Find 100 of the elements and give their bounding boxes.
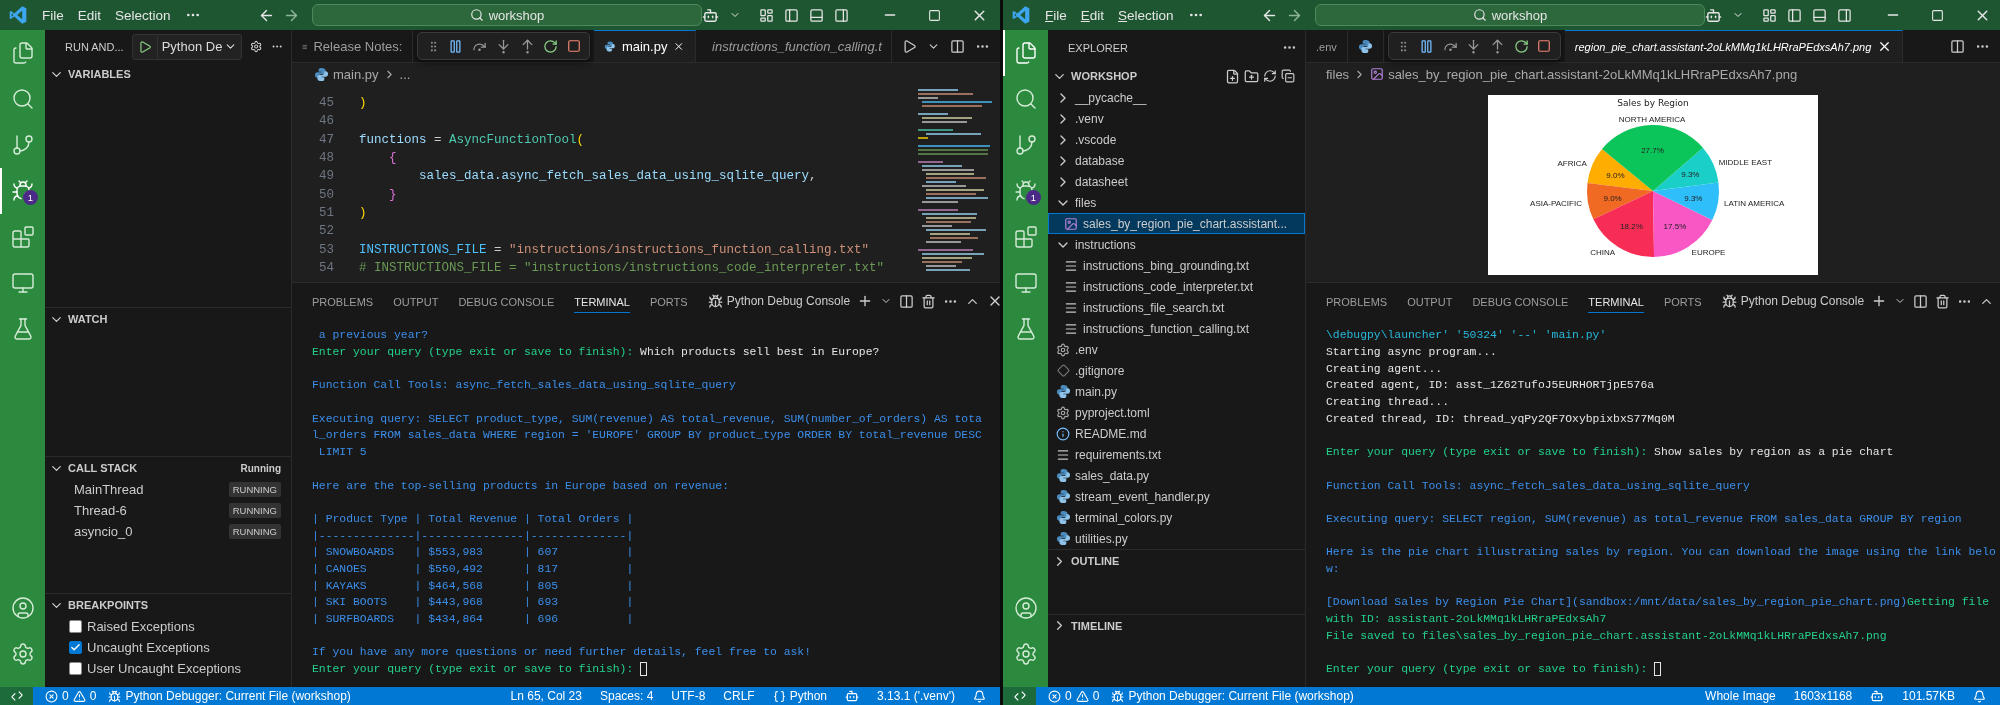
tree-folder[interactable]: instructions bbox=[1048, 234, 1305, 255]
refresh-icon[interactable] bbox=[1263, 69, 1277, 83]
menu-item[interactable]: Edit bbox=[77, 7, 102, 23]
tree-entry[interactable]: .env bbox=[1048, 339, 1305, 360]
play-icon[interactable] bbox=[137, 39, 152, 54]
tree-entry[interactable]: .gitignore bbox=[1048, 360, 1305, 381]
language-mode[interactable]: Python bbox=[772, 687, 828, 705]
thread-row[interactable]: Thread-6 RUNNING bbox=[45, 500, 291, 521]
split-terminal-icon[interactable] bbox=[899, 293, 915, 309]
breadcrumb-item[interactable]: main.py bbox=[333, 66, 379, 82]
launch-config-dropdown[interactable]: Python De bbox=[131, 33, 243, 60]
status-item[interactable]: Ln 65, Col 23 bbox=[510, 687, 582, 705]
bell-icon[interactable] bbox=[1973, 689, 1986, 703]
tree-entry[interactable]: instructions_function_calling.txt bbox=[1048, 318, 1305, 339]
restart-icon[interactable] bbox=[543, 38, 559, 54]
panel-tab[interactable]: OUTPUT bbox=[393, 289, 439, 313]
trash-icon[interactable] bbox=[1935, 293, 1951, 309]
checkbox[interactable] bbox=[69, 662, 82, 675]
section-header[interactable]: CALL STACK Running bbox=[45, 457, 291, 479]
new-file-icon[interactable] bbox=[1225, 68, 1240, 84]
split-editor-icon[interactable] bbox=[1950, 38, 1965, 54]
status-item[interactable]: 3.13.1 ('.venv') bbox=[877, 687, 955, 705]
menu-item[interactable]: Selection bbox=[1118, 7, 1174, 23]
status-item[interactable]: CRLF bbox=[723, 687, 755, 705]
tree-folder[interactable]: database bbox=[1048, 150, 1305, 171]
layout-icon[interactable] bbox=[1762, 7, 1777, 23]
panel-tab[interactable]: TERMINAL bbox=[574, 289, 630, 313]
status-item[interactable]: Whole Image bbox=[1705, 687, 1776, 705]
tree-entry[interactable]: README.md bbox=[1048, 423, 1305, 444]
new-folder-icon[interactable] bbox=[1244, 68, 1259, 84]
breakpoint-option[interactable]: Uncaught Exceptions bbox=[45, 637, 291, 658]
remote-icon[interactable] bbox=[1012, 689, 1027, 703]
remote-button[interactable] bbox=[1003, 687, 1036, 705]
terminal-selector[interactable]: Python Debug Console bbox=[707, 293, 851, 309]
thread-row[interactable]: MainThread RUNNING bbox=[45, 479, 291, 500]
section-header[interactable]: TIMELINE bbox=[1048, 614, 1305, 637]
panel-bottom-icon[interactable] bbox=[809, 7, 824, 23]
maximize-icon[interactable] bbox=[1931, 8, 1944, 22]
tree-entry[interactable]: sales_by_region_pie_chart.assistant... bbox=[1048, 213, 1305, 234]
status-item[interactable]: UTF-8 bbox=[671, 687, 706, 705]
panel-right-icon[interactable] bbox=[1837, 7, 1852, 23]
problems-button[interactable]: 0 0 bbox=[45, 687, 97, 705]
panel-tab[interactable]: TERMINAL bbox=[1588, 289, 1644, 313]
breakpoint-option[interactable]: User Uncaught Exceptions bbox=[45, 658, 291, 679]
run-debug-button[interactable]: 1 bbox=[1003, 168, 1048, 214]
tree-entry[interactable]: stream_event_handler.py bbox=[1048, 486, 1305, 507]
menu-item[interactable]: File bbox=[1045, 7, 1067, 23]
section-header[interactable]: BREAKPOINTS bbox=[45, 594, 291, 616]
layout-icon[interactable] bbox=[759, 7, 774, 23]
stop-icon[interactable] bbox=[1537, 39, 1552, 53]
panel-tab[interactable]: PROBLEMS bbox=[1326, 289, 1388, 313]
tree-entry[interactable]: instructions_file_search.txt bbox=[1048, 297, 1305, 318]
tree-entry[interactable]: instructions_bing_grounding.txt bbox=[1048, 255, 1305, 276]
maximize-icon[interactable] bbox=[928, 8, 941, 22]
panel-tab[interactable]: DEBUG CONSOLE bbox=[1472, 289, 1569, 313]
section-header[interactable]: VARIABLES bbox=[45, 63, 291, 85]
checkbox[interactable] bbox=[69, 641, 82, 654]
settings-icon[interactable] bbox=[250, 39, 263, 54]
status-item[interactable]: Spaces: 4 bbox=[599, 687, 654, 705]
panel-tab[interactable]: PORTS bbox=[1663, 289, 1702, 313]
panel-left-icon[interactable] bbox=[784, 7, 799, 23]
stop-icon[interactable] bbox=[566, 39, 581, 53]
thread-row[interactable]: asyncio_0 RUNNING bbox=[45, 521, 291, 542]
terminal-selector[interactable]: Python Debug Console bbox=[1721, 293, 1865, 309]
copilot-icon[interactable] bbox=[1870, 689, 1885, 703]
section-header[interactable]: WATCH bbox=[45, 308, 291, 330]
tree-folder[interactable]: __pycache__ bbox=[1048, 87, 1305, 108]
tree-entry[interactable]: instructions_code_interpreter.txt bbox=[1048, 276, 1305, 297]
tree-folder[interactable]: .venv bbox=[1048, 108, 1305, 129]
search-field[interactable]: workshop bbox=[1315, 4, 1705, 26]
search-field[interactable]: workshop bbox=[312, 4, 702, 26]
pause-icon[interactable] bbox=[448, 38, 464, 54]
collapse-icon[interactable] bbox=[1281, 69, 1295, 83]
tree-entry[interactable]: terminal_colors.py bbox=[1048, 507, 1305, 528]
breadcrumb-item[interactable]: files bbox=[1326, 66, 1350, 82]
breadcrumb-item[interactable]: ... bbox=[399, 66, 411, 82]
tree-folder[interactable]: .vscode bbox=[1048, 129, 1305, 150]
editor-tab[interactable]: main.py bbox=[594, 30, 697, 62]
tree-entry[interactable]: utilities.py bbox=[1048, 528, 1305, 549]
status-item[interactable]: 101.57KB bbox=[1902, 687, 1955, 705]
panel-bottom-icon[interactable] bbox=[1812, 7, 1827, 23]
copilot-icon[interactable] bbox=[702, 6, 719, 24]
step-out-icon[interactable] bbox=[1489, 38, 1505, 54]
section-header[interactable]: OUTLINE bbox=[1048, 550, 1305, 572]
problems-button[interactable]: 0 0 bbox=[1048, 687, 1100, 705]
tree-entry[interactable]: sales_data.py bbox=[1048, 465, 1305, 486]
step-out-icon[interactable] bbox=[519, 38, 535, 54]
menu-item[interactable]: Edit bbox=[1080, 7, 1105, 23]
restart-icon[interactable] bbox=[1513, 38, 1529, 54]
panel-left-icon[interactable] bbox=[1787, 7, 1802, 23]
workspace-header[interactable]: WORKSHOP bbox=[1048, 65, 1305, 87]
remote-button[interactable] bbox=[0, 687, 33, 705]
panel-right-icon[interactable] bbox=[834, 7, 849, 23]
panel-tab[interactable]: PORTS bbox=[649, 289, 688, 313]
step-into-icon[interactable] bbox=[495, 38, 511, 54]
split-terminal-icon[interactable] bbox=[1913, 293, 1929, 309]
breakpoint-option[interactable]: Raised Exceptions bbox=[45, 616, 291, 637]
menu-item[interactable]: File bbox=[42, 7, 64, 23]
editor-tab[interactable]: region_pie_chart.assistant-2oLkMMq1kLHRraPEdxsAh7.png bbox=[1564, 30, 1904, 62]
account-icon[interactable] bbox=[10, 596, 35, 620]
